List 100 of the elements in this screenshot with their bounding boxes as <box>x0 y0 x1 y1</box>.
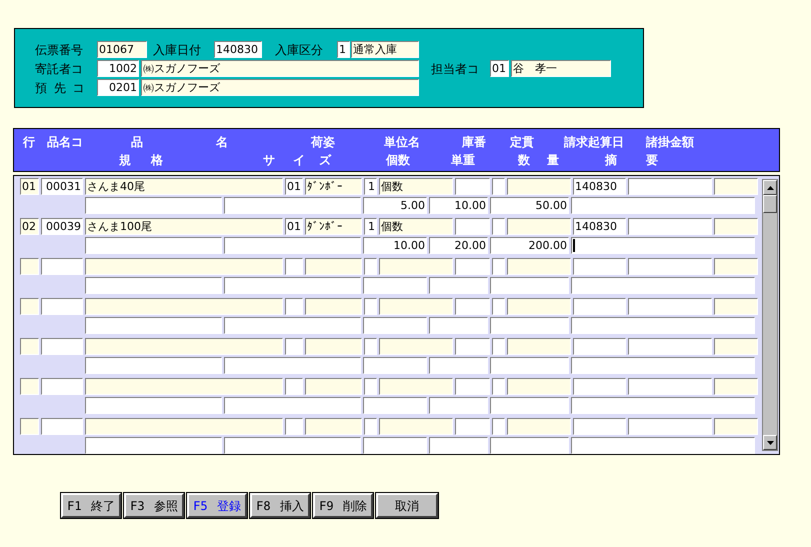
row-number-cell[interactable] <box>20 298 39 315</box>
input-field[interactable] <box>455 178 490 195</box>
scroll-thumb[interactable] <box>763 195 777 213</box>
input-field[interactable] <box>628 298 712 315</box>
packing-code-field[interactable]: 01 <box>285 218 303 235</box>
name-field[interactable]: ㈱スガノフーズ <box>141 79 419 96</box>
input-field[interactable] <box>628 178 712 195</box>
input-field[interactable] <box>492 418 505 435</box>
unit-name-field[interactable] <box>379 418 453 435</box>
product-code-field[interactable] <box>41 338 83 355</box>
input-field[interactable] <box>714 418 758 435</box>
amount-field[interactable] <box>490 397 569 414</box>
size-field[interactable] <box>224 357 361 374</box>
packing-field[interactable] <box>305 378 362 395</box>
input-field[interactable] <box>714 378 758 395</box>
input-field[interactable] <box>492 338 505 355</box>
remarks-field[interactable] <box>571 237 755 254</box>
unit-code-field[interactable] <box>364 338 377 355</box>
remarks-field[interactable] <box>571 437 755 454</box>
input-field[interactable] <box>628 338 712 355</box>
packing-code-field[interactable] <box>285 378 303 395</box>
product-code-field[interactable] <box>41 258 83 275</box>
code-field[interactable]: 01 <box>490 60 509 77</box>
input-field[interactable] <box>507 258 571 275</box>
remarks-field[interactable] <box>571 277 755 294</box>
unit-name-field[interactable] <box>379 378 453 395</box>
row-number-cell[interactable]: 01 <box>20 178 39 195</box>
date-field[interactable] <box>573 298 626 315</box>
input-field[interactable] <box>455 418 490 435</box>
unit-code-field[interactable]: 1 <box>364 178 377 195</box>
row-number-cell[interactable]: 02 <box>20 218 39 235</box>
unit-weight-field[interactable] <box>429 397 488 414</box>
scroll-down-button[interactable] <box>763 435 777 450</box>
spec-field[interactable] <box>85 397 222 414</box>
unit-name-field[interactable]: 個数 <box>379 178 453 195</box>
amount-field[interactable] <box>490 357 569 374</box>
packing-field[interactable] <box>305 418 362 435</box>
name-field[interactable]: 通常入庫 <box>351 41 419 58</box>
packing-code-field[interactable] <box>285 418 303 435</box>
row-number-cell[interactable] <box>20 258 39 275</box>
input-field[interactable] <box>455 258 490 275</box>
quantity-field[interactable] <box>363 277 427 294</box>
unit-code-field[interactable] <box>364 418 377 435</box>
input-field[interactable] <box>628 378 712 395</box>
function-key-button[interactable]: F9 削除 <box>313 493 373 518</box>
code-field[interactable]: 1 <box>337 41 350 58</box>
amount-field[interactable] <box>490 277 569 294</box>
product-code-field[interactable] <box>41 298 83 315</box>
product-name-field[interactable] <box>85 338 283 355</box>
packing-field[interactable]: ﾀﾞﾝﾎﾞｰ <box>305 178 362 195</box>
spec-field[interactable] <box>85 277 222 294</box>
function-key-button[interactable]: F8 挿入 <box>250 493 310 518</box>
unit-name-field[interactable] <box>379 258 453 275</box>
remarks-field[interactable] <box>571 197 755 214</box>
quantity-field[interactable] <box>363 317 427 334</box>
product-code-field[interactable] <box>41 378 83 395</box>
code-field[interactable]: 1002 <box>97 60 139 77</box>
row-number-cell[interactable] <box>20 378 39 395</box>
packing-field[interactable]: ﾀﾞﾝﾎﾞｰ <box>305 218 362 235</box>
unit-weight-field[interactable] <box>429 317 488 334</box>
input-field[interactable] <box>714 258 758 275</box>
remarks-field[interactable] <box>571 397 755 414</box>
input-field[interactable] <box>507 378 571 395</box>
product-code-field[interactable]: 00039 <box>41 218 83 235</box>
unit-weight-field[interactable]: 20.00 <box>429 237 488 254</box>
input-field[interactable] <box>507 338 571 355</box>
spec-field[interactable] <box>85 317 222 334</box>
product-name-field[interactable]: さんま100尾 <box>85 218 283 235</box>
input-field[interactable] <box>714 298 758 315</box>
unit-code-field[interactable] <box>364 258 377 275</box>
quantity-field[interactable] <box>363 397 427 414</box>
packing-field[interactable] <box>305 338 362 355</box>
remarks-field[interactable] <box>571 357 755 374</box>
input-field[interactable] <box>492 258 505 275</box>
input-field[interactable] <box>492 218 505 235</box>
input-field[interactable] <box>492 378 505 395</box>
product-name-field[interactable] <box>85 378 283 395</box>
packing-code-field[interactable] <box>285 338 303 355</box>
unit-name-field[interactable] <box>379 338 453 355</box>
size-field[interactable] <box>224 397 361 414</box>
spec-field[interactable] <box>85 237 222 254</box>
product-code-field[interactable] <box>41 418 83 435</box>
input-field[interactable] <box>507 218 571 235</box>
size-field[interactable] <box>224 197 361 214</box>
size-field[interactable] <box>224 437 361 454</box>
spec-field[interactable] <box>85 357 222 374</box>
function-key-button[interactable]: 取消 <box>376 493 438 518</box>
product-name-field[interactable]: さんま40尾 <box>85 178 283 195</box>
name-field[interactable]: ㈱スガノフーズ <box>141 60 419 77</box>
date-field[interactable] <box>573 378 626 395</box>
function-key-button[interactable]: F3 参照 <box>124 493 184 518</box>
product-code-field[interactable]: 00031 <box>41 178 83 195</box>
input-field[interactable] <box>492 178 505 195</box>
input-field[interactable] <box>455 338 490 355</box>
unit-name-field[interactable] <box>379 298 453 315</box>
amount-field[interactable] <box>490 317 569 334</box>
date-field[interactable]: 140830 <box>573 178 626 195</box>
product-name-field[interactable] <box>85 298 283 315</box>
unit-weight-field[interactable] <box>429 437 488 454</box>
row-number-cell[interactable] <box>20 418 39 435</box>
